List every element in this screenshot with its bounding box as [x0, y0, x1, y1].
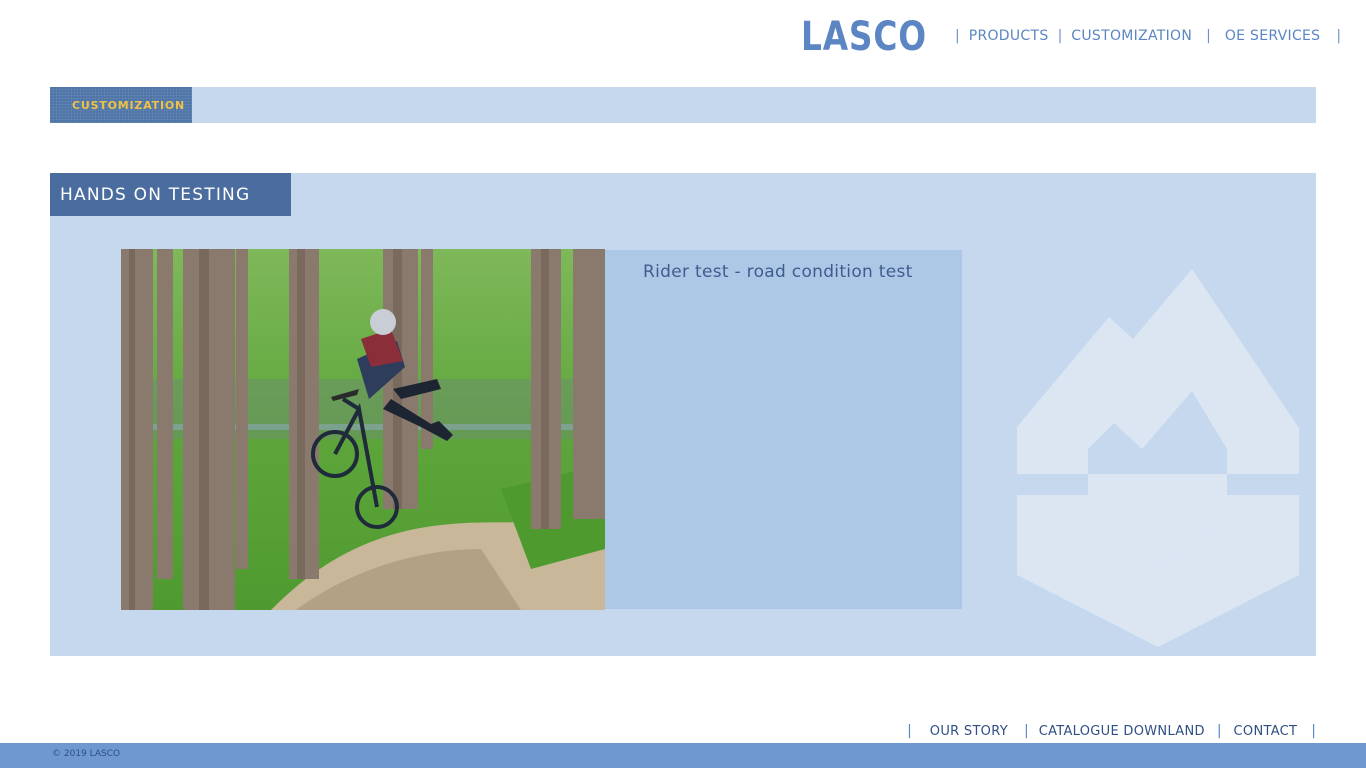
nav-divider: |	[1311, 723, 1316, 739]
nav-divider: |	[907, 723, 912, 739]
breadcrumb: CUSTOMIZATION	[50, 87, 1316, 123]
breadcrumb-tab-customization[interactable]: CUSTOMIZATION	[50, 87, 192, 123]
footer-contact[interactable]: CONTACT	[1234, 724, 1298, 739]
nav-divider: |	[1216, 723, 1222, 739]
copyright: © 2019 LASCO	[52, 749, 121, 759]
section-title-text: HANDS ON TESTING	[60, 184, 251, 205]
nav-oe-services[interactable]: OE SERVICES	[1225, 28, 1321, 44]
footer-bar: © 2019 LASCO	[0, 743, 1366, 768]
footer-nav: | OUR STORY | CATALOGUE DOWNLAND | CONTA…	[899, 722, 1316, 740]
lasco-mountain-shield-icon	[1016, 269, 1300, 649]
nav-divider: |	[955, 28, 960, 44]
footer-catalogue-download[interactable]: CATALOGUE DOWNLAND	[1039, 724, 1205, 739]
breadcrumb-label: CUSTOMIZATION	[72, 98, 186, 112]
nav-divider: |	[1057, 28, 1063, 44]
footer-our-story[interactable]: OUR STORY	[930, 724, 1008, 739]
nav-divider: |	[1206, 28, 1211, 44]
lasco-logo[interactable]: LASCO	[801, 15, 927, 59]
section-title: HANDS ON TESTING	[50, 173, 291, 216]
testing-panel: HANDS ON TESTING Rider test - road condi…	[50, 173, 1316, 656]
nav-divider: |	[1336, 28, 1342, 44]
top-nav: | PRODUCTS | CUSTOMIZATION | OE SERVICES…	[946, 26, 1350, 46]
caption-box: Rider test - road condition test	[605, 250, 962, 609]
nav-divider: |	[1023, 723, 1029, 739]
photo-caption: Rider test - road condition test	[643, 262, 913, 282]
nav-products[interactable]: PRODUCTS	[969, 28, 1049, 44]
rider-test-photo	[121, 249, 605, 610]
logo-text: LASCO	[801, 14, 927, 60]
nav-customization[interactable]: CUSTOMIZATION	[1071, 28, 1192, 44]
